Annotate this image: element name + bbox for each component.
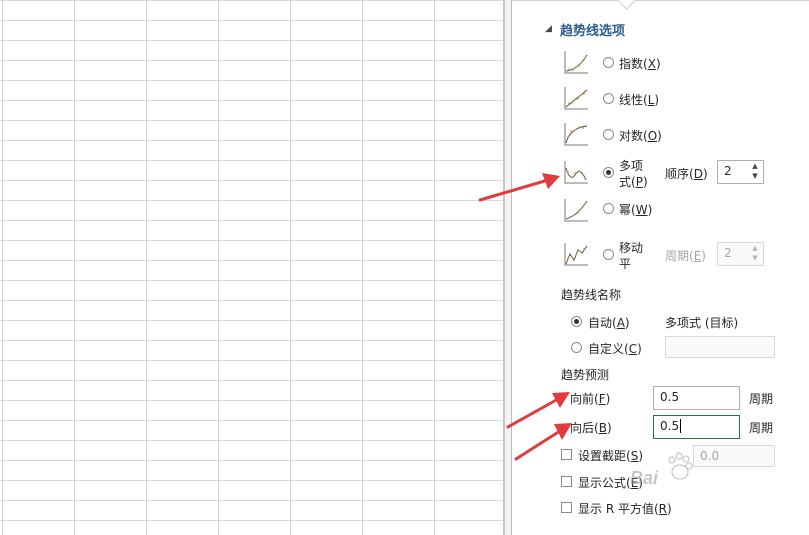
label-logarithmic[interactable]: 对数(O) (619, 127, 662, 144)
spin-arrows-icon[interactable]: ▲ ▼ (749, 161, 761, 183)
label-linear[interactable]: 线性(L) (619, 91, 659, 108)
radio-custom-name[interactable] (571, 342, 582, 353)
section-title[interactable]: 趋势线选项 (560, 20, 625, 39)
forward-input[interactable]: 0.5 (653, 386, 740, 410)
spin-arrows-icon[interactable]: ▲ ▼ (749, 243, 761, 265)
radio-moving-average[interactable] (603, 249, 614, 260)
checkbox-show-r2[interactable] (561, 502, 572, 513)
radio-logarithmic[interactable] (603, 129, 614, 140)
spreadsheet-grid[interactable] (0, 0, 503, 535)
radio-linear[interactable] (603, 93, 614, 104)
period-spinner[interactable]: 2 ▲ ▼ (717, 242, 764, 266)
radio-power[interactable] (603, 203, 614, 214)
watermark-text: Bai (630, 468, 659, 488)
label-custom-name[interactable]: 自定义(C) (588, 340, 642, 357)
label-polynomial-line2[interactable]: 式(P) (619, 173, 648, 190)
logarithmic-chart-icon (562, 120, 590, 148)
custom-name-field[interactable] (665, 336, 775, 358)
annotation-arrow-backward (514, 423, 572, 461)
forward-unit: 周期 (749, 392, 774, 406)
forecast-heading: 趋势预测 (561, 368, 610, 382)
radio-exponential[interactable] (603, 57, 614, 68)
order-label: 顺序(D) (665, 167, 708, 181)
label-moving-average-line1[interactable]: 移动 (619, 239, 643, 256)
backward-unit: 周期 (749, 421, 774, 435)
moving-average-chart-icon (562, 240, 590, 268)
checkbox-show-formula[interactable] (561, 476, 572, 487)
label-power[interactable]: 幂(W) (619, 201, 652, 218)
exponential-chart-icon (562, 48, 590, 76)
text-cursor (680, 419, 682, 433)
order-spinner[interactable]: 2 ▲ ▼ (717, 160, 764, 184)
label-show-r2[interactable]: 显示 R 平方值(R) (578, 500, 672, 517)
backward-value: 0.5 (660, 419, 680, 433)
linear-chart-icon (562, 84, 590, 112)
collapse-triangle-icon[interactable]: ◢ (545, 24, 552, 34)
radio-auto-name[interactable] (571, 316, 582, 327)
label-auto-name[interactable]: 自动(A) (588, 314, 630, 331)
period-value: 2 (724, 246, 732, 260)
annotation-arrow-polynomial (478, 173, 560, 202)
trend-name-heading: 趋势线名称 (561, 288, 622, 302)
label-exponential[interactable]: 指数(X) (619, 55, 661, 72)
baidu-watermark-logo: Bai (628, 448, 698, 492)
label-moving-average-line2[interactable]: 平 (619, 255, 631, 272)
auto-name-value: 多项式 (目标) (665, 316, 739, 330)
intercept-input[interactable]: 0.0 (693, 445, 775, 467)
pane-top-border (512, 0, 809, 1)
order-value: 2 (724, 164, 732, 178)
radio-polynomial[interactable] (603, 167, 614, 178)
label-polynomial-line1[interactable]: 多项 (619, 157, 643, 174)
backward-input[interactable]: 0.5 (653, 415, 740, 439)
period-label: 周期(E) (665, 249, 706, 263)
